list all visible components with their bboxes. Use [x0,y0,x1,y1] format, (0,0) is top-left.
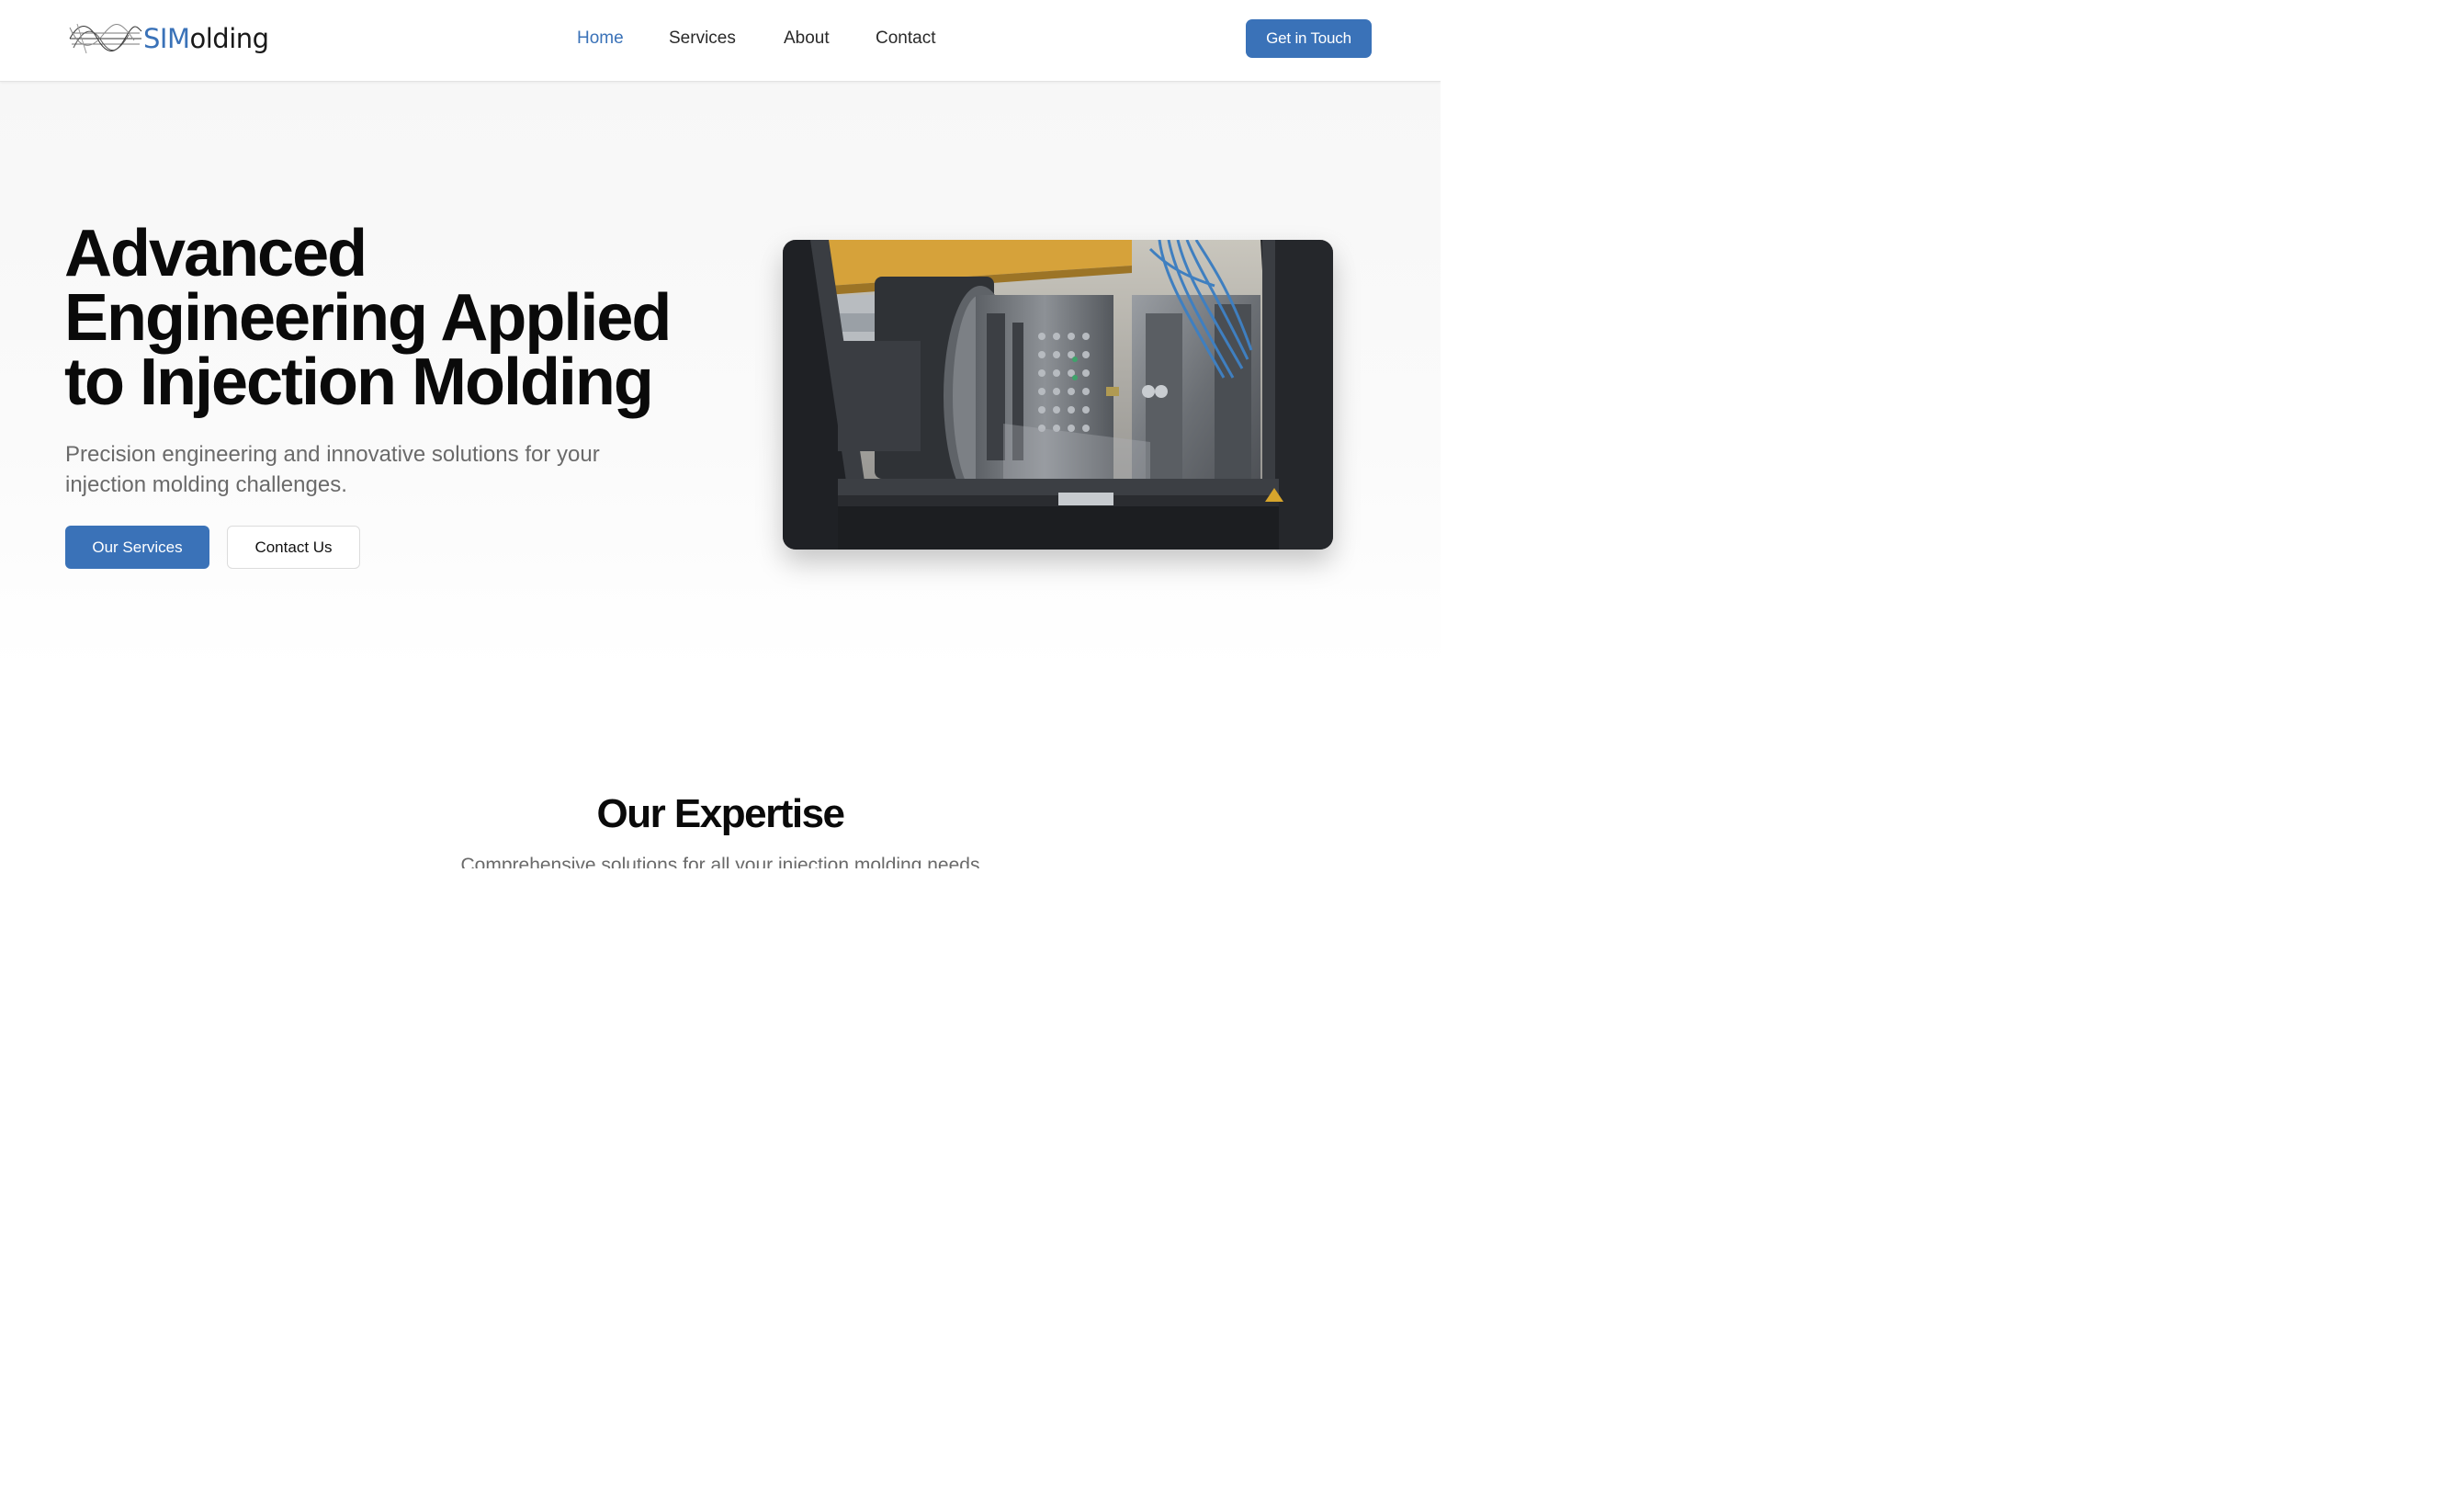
nav-services[interactable]: Services [669,28,736,50]
nav-home[interactable]: Home [577,28,624,50]
hero-title: Advanced Engineering Applied to Injectio… [64,217,672,419]
hero-machine-image [783,240,1333,550]
expertise-subtitle: Comprehensive solutions for all your inj… [460,855,980,868]
logo-text: SIMolding [143,22,269,55]
logo[interactable]: SIMolding [68,18,270,59]
hero-subtitle: Precision engineering and innovative sol… [65,442,600,497]
logo-text-primary: SIM [143,23,190,54]
site-header: SIMolding Home Services About Contact Ge… [0,0,1441,82]
our-services-button[interactable]: Our Services [65,526,209,569]
contact-us-button[interactable]: Contact Us [227,526,360,569]
logo-wave-icon [69,23,142,54]
nav-contact[interactable]: Contact [876,28,935,50]
page: SIMolding Home Services About Contact Ge… [0,0,1441,868]
get-in-touch-button[interactable]: Get in Touch [1246,19,1372,58]
expertise-title: Our Expertise [596,791,845,836]
logo-text-secondary: olding [189,23,269,54]
hero-section: Advanced Engineering Applied to Injectio… [0,82,1441,670]
nav-about[interactable]: About [784,28,830,50]
